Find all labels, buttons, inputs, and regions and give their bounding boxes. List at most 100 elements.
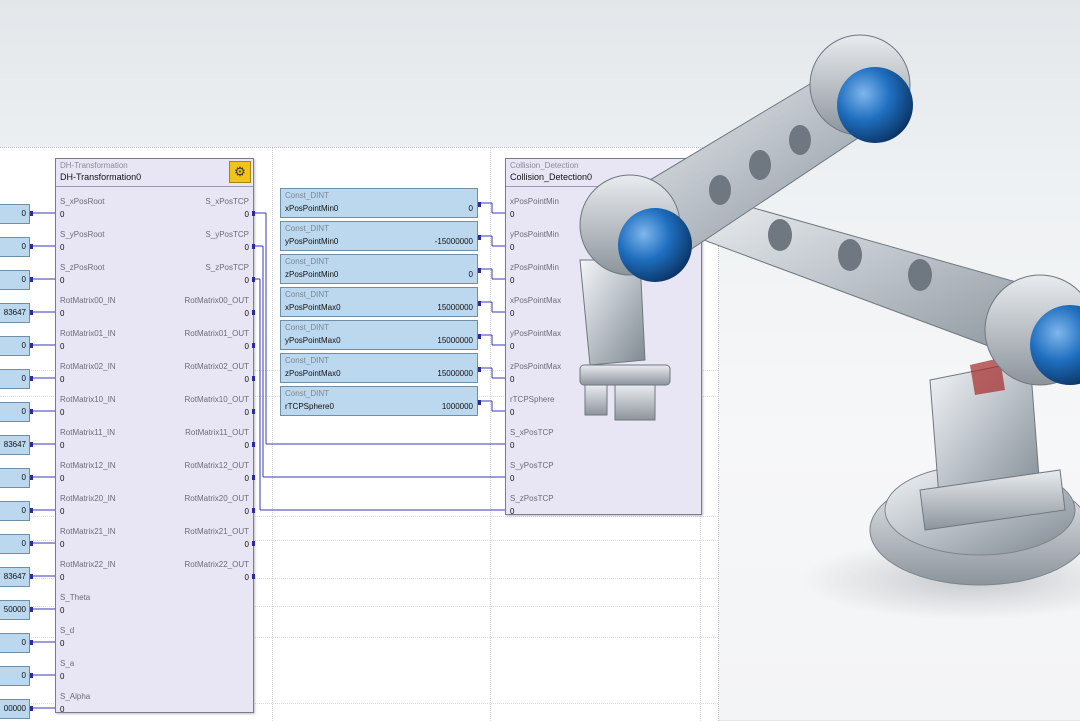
cd-input-value: 0 [510,309,515,318]
left-input-value-box[interactable]: 0 [0,204,33,224]
dh-input-value: 0 [60,342,65,351]
left-input-value-box[interactable]: 0 [0,534,33,554]
dh-input-label: RotMatrix01_IN [60,329,116,338]
dh-input-label: RotMatrix22_IN [60,560,116,569]
left-input-value-box[interactable]: 0 [0,270,33,290]
constant-output-port [478,301,481,306]
dh-output-port[interactable] [252,442,255,447]
dh-output-port[interactable] [252,574,255,579]
constant-block[interactable]: Const_DINT yPosPointMax0 15000000 [280,320,481,350]
left-input-value-box[interactable]: 0 [0,666,33,686]
dh-input-label: S_yPosRoot [60,230,105,239]
left-input-value-box[interactable]: 83647 [0,435,33,455]
cd-input-label: S_zPosTCP [510,494,554,503]
left-input-value-box[interactable]: 83647 [0,567,33,587]
constant-value: 1000000 [441,402,473,411]
dh-output-value: 0 [244,441,249,450]
dh-output-label: S_yPosTCP [205,230,249,239]
dh-output-label: RotMatrix10_OUT [184,395,249,404]
robot-arm-icon: ⚙ [229,161,251,183]
dh-output-port[interactable] [252,343,255,348]
left-input-port [30,409,33,414]
left-input-value: 0 [21,242,26,251]
dh-input-label: S_Alpha [60,692,91,701]
dh-output-label: S_xPosTCP [205,197,249,206]
constant-block[interactable]: Const_DINT xPosPointMin0 0 [280,188,481,218]
dh-output-port[interactable] [252,310,255,315]
dh-input-value: 0 [60,243,65,252]
left-input-value-box[interactable]: 0 [0,468,33,488]
dh-output-port[interactable] [252,508,255,513]
constant-block[interactable]: Const_DINT xPosPointMax0 15000000 [280,287,481,317]
dh-input-value: 0 [60,441,65,450]
constant-type: Const_DINT [285,356,330,365]
cd-input-label: S_yPosTCP [510,461,554,470]
left-input-port [30,508,33,513]
left-input-value-box[interactable]: 0 [0,402,33,422]
dh-output-label: RotMatrix22_OUT [184,560,249,569]
cd-input-value: 0 [510,276,515,285]
dh-input-value: 0 [60,474,65,483]
robot-arm-illustration [579,34,1080,620]
constant-value: -15000000 [434,237,473,246]
cd-input-value: 0 [510,375,515,384]
cd-input-label: xPosPointMax [510,296,562,305]
left-input-value: 83647 [3,572,26,581]
dh-output-label: RotMatrix20_OUT [184,494,249,503]
dh-input-value: 0 [60,276,65,285]
dh-input-value: 0 [60,375,65,384]
left-input-value-box[interactable]: 0 [0,501,33,521]
dh-block-type: DH-Transformation [60,161,128,170]
dh-input-value: 0 [60,606,65,615]
dh-output-port[interactable] [252,277,255,282]
dh-block-header: DH-Transformation DH-Transformation0 ⚙ [56,159,253,187]
cd-input-label: S_xPosTCP [510,428,554,437]
constant-output-port [478,367,481,372]
constant-type: Const_DINT [285,257,330,266]
left-input-value-box[interactable]: 0 [0,237,33,257]
dh-output-value: 0 [244,408,249,417]
constant-block[interactable]: Const_DINT rTCPSphere0 1000000 [280,386,481,416]
left-input-value-box[interactable]: 0 [0,633,33,653]
constant-value: 15000000 [437,303,473,312]
constant-block[interactable]: Const_DINT yPosPointMin0 -15000000 [280,221,481,251]
dh-input-label: S_d [60,626,75,635]
left-input-port [30,244,33,249]
left-input-value-box[interactable]: 00000 [0,699,33,719]
constant-block[interactable]: Const_DINT zPosPointMax0 15000000 [280,353,481,383]
left-input-value: 0 [21,275,26,284]
dh-output-value: 0 [244,507,249,516]
dh-output-port[interactable] [252,244,255,249]
left-input-value-box[interactable]: 0 [0,336,33,356]
cd-input-label: xPosPointMin [510,197,559,206]
dh-output-port[interactable] [252,409,255,414]
dh-output-value: 0 [244,540,249,549]
left-input-value-box[interactable]: 83647 [0,303,33,323]
dh-output-value: 0 [244,375,249,384]
left-input-port [30,640,33,645]
constant-output-port [478,400,481,405]
dh-transformation-block[interactable]: DH-Transformation DH-Transformation0 ⚙ S… [55,158,254,714]
dh-output-label: S_zPosTCP [205,263,249,272]
dh-output-port[interactable] [252,376,255,381]
left-input-value-box[interactable]: 50000 [0,600,33,620]
left-input-port [30,277,33,282]
dh-input-value: 0 [60,408,65,417]
dh-output-value: 0 [244,276,249,285]
dh-input-label: RotMatrix11_IN [60,428,115,437]
dh-output-port[interactable] [252,475,255,480]
left-input-value: 00000 [3,704,26,713]
dh-input-label: RotMatrix20_IN [60,494,116,503]
dh-input-label: S_xPosRoot [60,197,105,206]
left-input-value-box[interactable]: 0 [0,369,33,389]
dh-output-port[interactable] [252,211,255,216]
constant-block[interactable]: Const_DINT zPosPointMin0 0 [280,254,481,284]
left-input-port [30,541,33,546]
left-input-port [30,607,33,612]
dh-input-value: 0 [60,210,65,219]
dh-input-label: S_Theta [60,593,91,602]
constant-name: zPosPointMin0 [285,270,339,279]
dh-input-value: 0 [60,540,65,549]
left-input-value: 0 [21,638,26,647]
dh-output-port[interactable] [252,541,255,546]
